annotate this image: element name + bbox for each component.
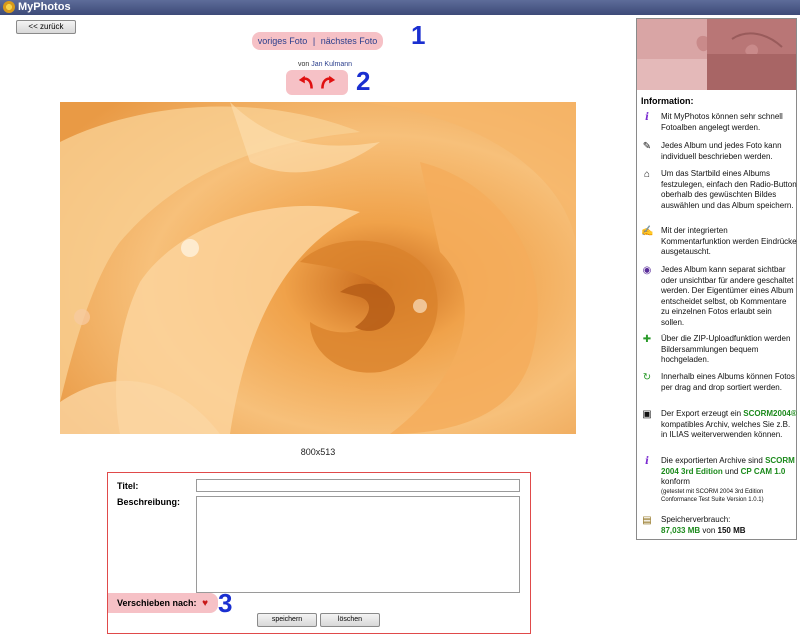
info-item: ✍ Mit der integrierten Kommentarfunktion…	[641, 226, 797, 256]
app-title: MyPhotos	[18, 1, 71, 13]
delete-button[interactable]: löschen	[320, 613, 380, 627]
home-icon: ⌂	[643, 169, 651, 180]
info-item: ↻ Innerhalb eines Albums können Fotos pe…	[642, 372, 795, 392]
title-label: Titel:	[117, 481, 139, 491]
info-heading: Information:	[641, 96, 694, 106]
title-input[interactable]	[196, 479, 520, 492]
heart-dropdown-icon[interactable]: ♥	[202, 598, 208, 609]
photo-navigation: voriges Foto | nächstes Foto	[252, 32, 383, 50]
zip-upload-icon: ✚	[642, 334, 652, 345]
nav-separator: |	[312, 36, 316, 46]
info-item: i Die exportierten Archive sind SCORM 20…	[641, 456, 797, 504]
move-to-selector[interactable]: Verschieben nach: ♥	[108, 593, 218, 613]
description-label: Beschreibung:	[117, 497, 181, 507]
info-icon: i	[645, 456, 649, 467]
previous-photo-link[interactable]: voriges Foto	[258, 36, 308, 46]
rose-photo	[60, 102, 576, 434]
rotate-controls	[286, 70, 348, 95]
author-prefix: von	[297, 61, 310, 68]
refresh-icon: ↻	[642, 372, 652, 383]
description-textarea[interactable]	[196, 496, 520, 593]
info-icon: i	[645, 112, 649, 123]
move-to-label: Verschieben nach:	[117, 598, 197, 608]
photo-edit-form: Titel: Beschreibung: Verschieben nach: ♥…	[107, 472, 531, 634]
sunflower-logo-icon	[3, 1, 15, 13]
eye-icon: ◉	[642, 265, 652, 276]
rotate-left-icon[interactable]	[298, 74, 315, 91]
info-item: ◉ Jedes Album kann separat sichtbar oder…	[642, 265, 794, 327]
info-item: ▣ Der Export erzeugt ein SCORM2004® komp…	[642, 409, 797, 439]
author-link[interactable]: Jan Kulmann	[311, 61, 352, 68]
export-icon: ▣	[642, 409, 652, 420]
app-titlebar: MyPhotos	[0, 0, 800, 15]
next-photo-link[interactable]: nächstes Foto	[321, 36, 378, 46]
info-item: i Mit MyPhotos können sehr schnell Fotoa…	[641, 112, 797, 133]
rotate-right-icon[interactable]	[319, 74, 336, 91]
annotation-marker-1: 1	[411, 20, 426, 50]
info-item: ✚ Über die ZIP-Uploadfunktion werden Bil…	[642, 334, 791, 364]
storage-icon: ▤	[642, 515, 652, 526]
info-sidebar: Information: i Mit MyPhotos können sehr …	[636, 18, 797, 540]
info-item: ⌂ Um das Startbild eines Albums festzule…	[641, 169, 797, 211]
back-button[interactable]: << zurück	[16, 20, 76, 34]
save-button[interactable]: speichern	[257, 613, 317, 627]
photo-author: von Jan Kulmann	[230, 61, 420, 68]
info-item: ✎ Jedes Album und jedes Foto kann indivi…	[642, 141, 782, 161]
comment-icon: ✍	[641, 226, 654, 237]
annotation-marker-2: 2	[356, 66, 371, 96]
photo-dimensions: 800x513	[300, 447, 336, 457]
edit-icon: ✎	[642, 141, 652, 152]
puzzle-banner-image	[637, 19, 796, 90]
info-item: ▤ Speicherverbrauch: 87,033 MB von 150 M…	[642, 515, 746, 535]
